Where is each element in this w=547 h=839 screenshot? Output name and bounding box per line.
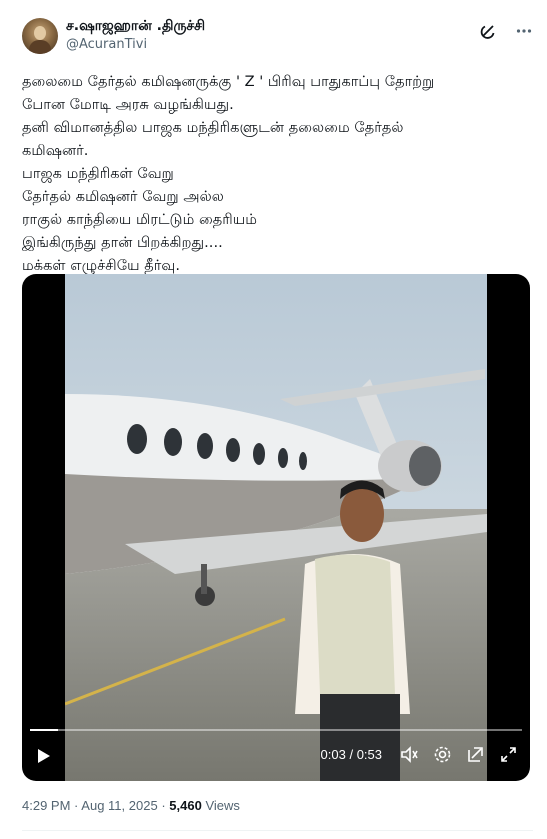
volume-icon[interactable] [400,745,419,764]
video-still [65,274,487,781]
divider [22,830,533,831]
author-names: ச.ஷாஜஹான் .திருச்சி @AcuranTivi [66,17,205,54]
fullscreen-icon[interactable] [499,745,518,764]
meta-separator: · [74,798,79,813]
settings-icon[interactable] [433,745,452,764]
time-readout: 0:03 / 0:53 [320,747,382,762]
more-icon[interactable] [515,22,533,40]
avatar-face [34,26,46,40]
views-label: Views [205,798,240,813]
progress-fill [30,729,59,731]
right-controls: 0:03 / 0:53 [321,745,518,764]
video-player[interactable]: 0:03 / 0:53 [22,274,530,781]
video-controls: 0:03 / 0:53 [22,725,530,781]
views-count: 5,460 [169,798,202,813]
tweet-text: தலைமை தேர்தல் கமிஷனருக்கு ' Z ' பிரிவு ப… [22,73,435,274]
tweet-meta: 4:29 PM · Aug 11, 2025 · 5,460 Views [22,798,240,813]
author-display-name[interactable]: ச.ஷாஜஹான் .திருச்சி [66,17,205,36]
grok-icon[interactable] [479,22,497,40]
tweet-time[interactable]: 4:29 PM [22,798,70,813]
pip-icon[interactable] [466,745,485,764]
tweet-date[interactable]: Aug 11, 2025 [81,798,157,813]
progress-bar[interactable] [30,729,522,731]
avatar[interactable] [22,18,58,54]
author-handle[interactable]: @AcuranTivi [66,36,205,54]
meta-separator: · [161,798,166,813]
play-icon[interactable] [34,747,52,765]
video-frame[interactable] [65,274,487,781]
avatar-body [29,40,51,54]
header-actions [479,22,533,40]
duration: 0:53 [356,747,382,762]
tweet-header: ச.ஷாஜஹான் .திருச்சி @AcuranTivi [22,16,533,56]
current-time: 0:03 [320,747,346,762]
